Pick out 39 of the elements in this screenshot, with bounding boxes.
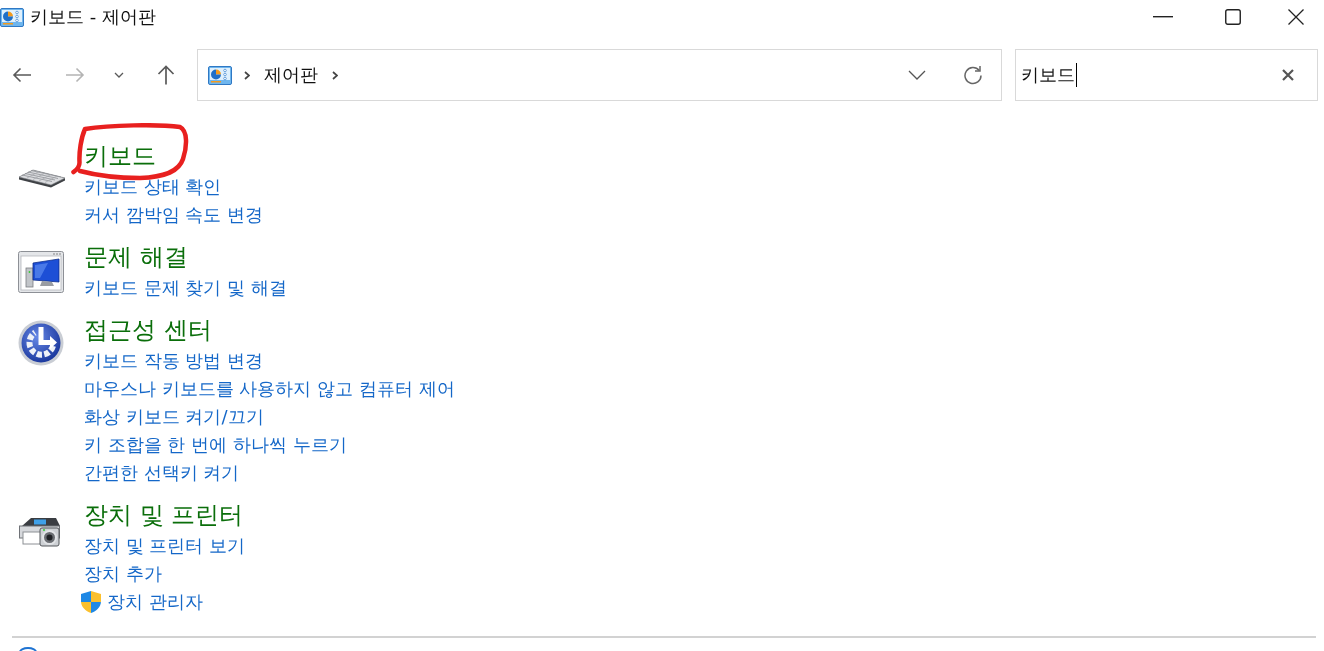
task-link[interactable]: 간편한 선택키 켜기 xyxy=(84,459,240,487)
clear-icon xyxy=(1282,69,1294,81)
monitor-window-icon xyxy=(18,251,64,293)
cut-off-icon xyxy=(19,647,37,651)
window-title: 키보드 - 제어판 xyxy=(30,6,156,28)
breadcrumb-item[interactable]: 제어판 xyxy=(264,63,318,87)
category-link[interactable]: 장치 및 프린터 xyxy=(84,500,244,530)
task-link[interactable]: 키 조합을 한 번에 하나씩 누르기 xyxy=(84,431,347,459)
chevron-down-icon xyxy=(114,72,124,78)
control-panel-icon xyxy=(0,7,24,27)
text-cursor xyxy=(1076,63,1077,87)
task-link[interactable]: 키보드 문제 찾기 및 해결 xyxy=(84,274,287,302)
task-link[interactable]: 키보드 작동 방법 변경 xyxy=(84,347,264,375)
search-field[interactable]: 키보드 xyxy=(1015,49,1318,101)
maximize-icon xyxy=(1225,9,1241,25)
accessibility-icon xyxy=(18,320,64,366)
task-link[interactable]: 마우스나 키보드를 사용하지 않고 컴퓨터 제어 xyxy=(84,375,455,403)
chevron-right-icon xyxy=(332,70,338,80)
task-link[interactable]: 키보드 상태 확인 xyxy=(84,173,222,201)
search-text: 키보드 xyxy=(1021,63,1075,87)
category-link[interactable]: 문제 해결 xyxy=(84,242,188,272)
refresh-icon xyxy=(963,65,983,85)
up-arrow-icon xyxy=(157,65,175,85)
close-icon xyxy=(1288,9,1304,25)
category-link[interactable]: 접근성 센터 xyxy=(84,315,212,345)
task-link[interactable]: 장치 관리자 xyxy=(84,588,203,616)
address-bar[interactable]: 제어판 xyxy=(197,49,1002,101)
task-link[interactable]: 커서 깜박임 속도 변경 xyxy=(84,201,264,229)
minimize-icon xyxy=(1153,16,1173,18)
chevron-right-icon xyxy=(244,70,250,80)
keyboard-icon xyxy=(18,168,66,188)
category-link[interactable]: 키보드 xyxy=(84,141,156,171)
forward-arrow-icon xyxy=(65,67,85,83)
chevron-down-icon xyxy=(908,70,926,80)
control-panel-icon xyxy=(208,65,232,85)
back-arrow-icon xyxy=(12,67,32,83)
task-link[interactable]: 장치 및 프린터 보기 xyxy=(84,532,246,560)
task-link[interactable]: 화상 키보드 켜기/끄기 xyxy=(84,403,264,431)
task-link[interactable]: 장치 추가 xyxy=(84,560,162,588)
